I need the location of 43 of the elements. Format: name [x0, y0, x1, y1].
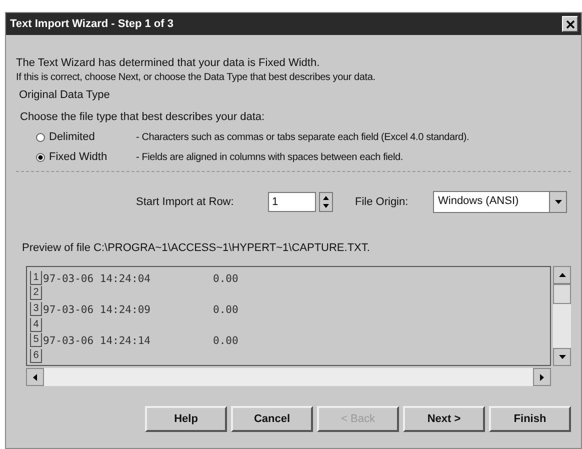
scroll-left-icon [33, 374, 37, 380]
wizard-button[interactable]: Next > [403, 406, 485, 432]
row-number: 1 [30, 270, 42, 285]
field-label: Start Import at Row: [136, 196, 235, 208]
vertical-scrollbar[interactable] [553, 266, 571, 366]
table-cell-text: 97-03-06 14:24:04 [43, 272, 152, 285]
option-description: - Fields are aligned in columns with spaces between each field. [136, 152, 403, 162]
intro-text: The Text Wizard has determined that your data is Fixed Width. [16, 57, 321, 69]
radio-button[interactable]: Delimited [36, 131, 136, 143]
table-cell: 0.00 [213, 304, 238, 316]
dropdown-arrow-icon [554, 200, 562, 204]
group-label: Original Data Type [18, 89, 111, 101]
row-number: 4 [30, 318, 42, 332]
horizontal-scrollbar[interactable] [26, 368, 551, 386]
row-number: 5 [30, 333, 42, 348]
radio-circle[interactable] [36, 132, 45, 142]
close-button[interactable] [562, 16, 578, 32]
close-icon [566, 20, 574, 28]
table-cell-text: 97-03-06 14:24:09 [43, 304, 152, 316]
radio-circle[interactable] [36, 152, 45, 162]
preview-label: Preview of file C:\PROGRA~1\ACCESS~1\HYPERT~1\CAPTURE.TXT. [21, 242, 371, 254]
intro-text: If this is correct, choose Next, or choose the Data Type that best describes your data. [16, 72, 376, 83]
wizard-button[interactable]: Help [145, 406, 227, 432]
field-label: File Origin: [355, 196, 410, 208]
scroll-right-icon [540, 374, 544, 380]
row-number-field[interactable]: 1 [268, 192, 316, 212]
radio-button[interactable]: Fixed Width [36, 151, 136, 163]
row-number: 6 [30, 349, 42, 364]
row-number: 2 [30, 286, 42, 300]
table-cell-text: 97-03-06 14:24:14 [43, 335, 152, 348]
spin-button[interactable] [319, 192, 333, 212]
table-cell: 0.00 [213, 272, 238, 285]
prompt-text: Choose the file type that best describes your data: [19, 111, 266, 123]
row-number: 3 [30, 302, 42, 316]
table-cell: 0.00 [213, 335, 238, 348]
scroll-down-icon [558, 355, 566, 359]
wizard-button[interactable]: Cancel [231, 406, 313, 432]
wizard-button[interactable]: Finish [489, 406, 571, 432]
file-origin-dropdown[interactable]: Windows (ANSI) [433, 191, 567, 213]
scroll-up-icon [558, 273, 566, 277]
option-description: - Characters such as commas or tabs separate each field (Excel 4.0 standard). [136, 132, 470, 142]
window-title: Text Import Wizard - Step 1 of 3 [10, 18, 174, 30]
scroll-thumb[interactable] [553, 284, 571, 304]
